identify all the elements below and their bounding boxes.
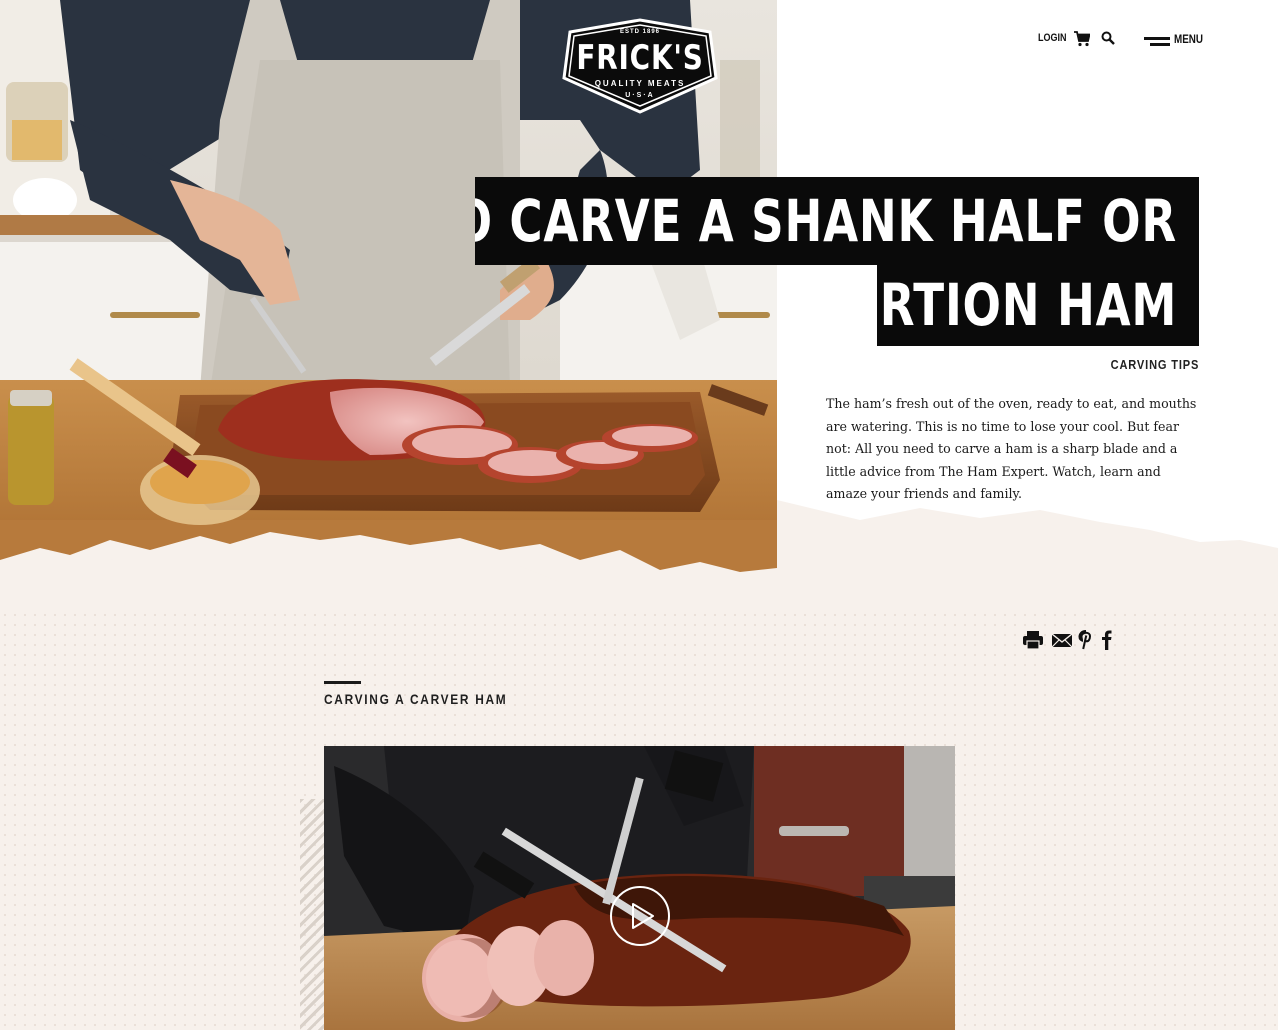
logo-brand-name: FRICK'S [576,38,704,78]
login-link[interactable]: LOGIN [1038,32,1067,44]
logo-established: ESTD 1896 [619,29,661,35]
menu-label: MENU [1174,32,1203,46]
section-divider [324,681,361,684]
menu-button[interactable]: MENU [1144,30,1214,48]
video-player[interactable] [324,746,955,1030]
fricks-logo[interactable]: ESTD 1896 FRICK'S QUALITY MEATS U·S·A [560,18,720,114]
logo-tagline: QUALITY MEATS [594,79,686,88]
cart-icon[interactable] [1074,31,1091,47]
decorative-stripes [300,799,326,1030]
header-nav: LOGIN MENU [1030,30,1210,50]
page: ESTD 1896 FRICK'S QUALITY MEATS U·S·A LO… [0,0,1278,1030]
category-label[interactable]: CARVING TIPS [1110,357,1199,372]
page-title-line-1: HOW TO CARVE A SHANK HALF OR [475,177,1199,265]
facebook-icon[interactable] [1100,629,1114,651]
print-icon[interactable] [1022,629,1044,651]
pinterest-icon[interactable] [1078,629,1094,651]
hamburger-icon [1144,34,1170,46]
share-bar [1022,629,1122,651]
torn-paper-edge [0,500,1278,610]
email-icon[interactable] [1051,629,1073,651]
page-title-line-2: PORTION HAM [877,263,1199,346]
play-icon[interactable] [609,885,671,947]
section-title: CARVING A CARVER HAM [324,691,508,707]
intro-paragraph: The ham’s fresh out of the oven, ready t… [826,396,1197,502]
search-icon[interactable] [1101,31,1115,45]
logo-country: U·S·A [625,92,655,99]
